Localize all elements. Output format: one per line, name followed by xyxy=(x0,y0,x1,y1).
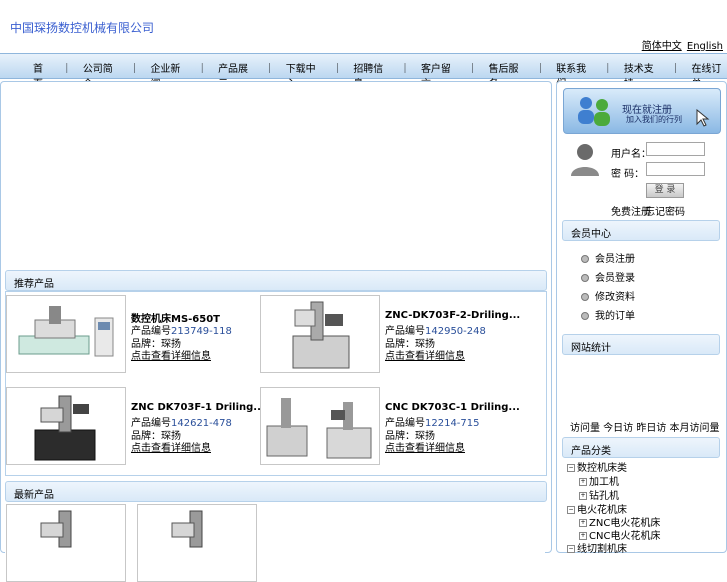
flash-banner-area xyxy=(5,86,545,266)
expand-icon[interactable]: + xyxy=(579,492,587,500)
product-image[interactable] xyxy=(260,387,380,465)
product-name[interactable]: ZNC DK703F-1 Driling... xyxy=(131,402,265,413)
featured-products-header: 推荐产品 xyxy=(5,270,547,291)
category-title: 产品分类 xyxy=(571,446,611,457)
featured-products-title: 推荐产品 xyxy=(14,279,54,290)
product-detail-link[interactable]: 点击查看详细信息 xyxy=(131,347,211,362)
product-image[interactable] xyxy=(6,295,126,373)
product-image[interactable] xyxy=(6,387,126,465)
latest-products-title: 最新产品 xyxy=(14,490,54,501)
banner-subtitle: 加入我们的行列 xyxy=(626,115,682,124)
collapse-icon[interactable]: − xyxy=(567,545,575,553)
username-label: 用户名： xyxy=(611,149,651,160)
password-label: 密 码： xyxy=(611,169,645,180)
username-input[interactable] xyxy=(646,142,705,156)
collapse-icon[interactable]: − xyxy=(567,464,575,472)
product-card[interactable]: ZNC DK703F-1 Driling... 产品编号142621-478 品… xyxy=(6,387,265,465)
stats-title: 网站统计 xyxy=(571,343,611,354)
bullet-icon xyxy=(581,293,589,301)
sidebar: 现在就注册 加入我们的行列 用户名： 密 码： 登 录 免费注册 忘记密码 会员… xyxy=(556,81,727,555)
product-detail-link[interactable]: 点击查看详细信息 xyxy=(131,439,211,454)
stats-header: 网站统计 xyxy=(562,334,720,355)
tree-node[interactable]: − 数控机床类 xyxy=(567,459,627,474)
product-image[interactable] xyxy=(260,295,380,373)
user-avatar-icon xyxy=(571,144,599,176)
product-image[interactable] xyxy=(137,504,257,582)
expand-icon[interactable]: + xyxy=(579,519,587,527)
member-center-title: 会员中心 xyxy=(571,229,611,240)
stats-line: 访问量 今日访 昨日访 本月访问量 xyxy=(570,423,720,434)
chinese-link[interactable]: 简体中文 xyxy=(642,41,682,52)
bullet-icon xyxy=(581,255,589,263)
category-header: 产品分类 xyxy=(562,437,720,458)
password-input[interactable] xyxy=(646,162,705,176)
product-name[interactable]: ZNC-DK703F-2-Driling... xyxy=(385,310,520,321)
member-item[interactable]: 修改资料 xyxy=(581,288,635,303)
forgot-password-link[interactable]: 忘记密码 xyxy=(645,203,685,218)
bullet-icon xyxy=(581,274,589,282)
featured-products-panel: 数控机床MS-650T 产品编号213749-118 品牌：琛扬 点击查看详细信… xyxy=(5,291,547,476)
company-logo-text: 中国琛扬数控机械有限公司 xyxy=(10,21,155,35)
latest-products-header: 最新产品 xyxy=(5,481,547,502)
users-icon xyxy=(578,97,610,126)
member-item[interactable]: 会员登录 xyxy=(581,269,635,284)
main-content: 推荐产品 数控机床MS-650T 产品编号213749-118 品牌：琛扬 点击… xyxy=(0,81,552,582)
english-link[interactable]: English xyxy=(687,41,723,52)
login-button[interactable]: 登 录 xyxy=(646,183,684,198)
product-name[interactable]: CNC DK703C-1 Driling... xyxy=(385,402,520,413)
product-card[interactable]: ZNC-DK703F-2-Driling... 产品编号142950-248 品… xyxy=(260,295,520,373)
product-card[interactable]: CNC DK703C-1 Driling... 产品编号12214-715 品牌… xyxy=(260,387,520,465)
product-detail-link[interactable]: 点击查看详细信息 xyxy=(385,347,465,362)
member-item[interactable]: 我的订单 xyxy=(581,307,635,322)
tree-node[interactable]: − 线切割机床 xyxy=(567,540,627,555)
member-center-header: 会员中心 xyxy=(562,220,720,241)
product-card[interactable]: 数控机床MS-650T 产品编号213749-118 品牌：琛扬 点击查看详细信… xyxy=(6,295,260,373)
language-links: 简体中文 English xyxy=(640,37,723,52)
cursor-arrow-icon xyxy=(696,109,710,127)
tree-node[interactable]: + 加工机 xyxy=(579,473,619,488)
member-item[interactable]: 会员注册 xyxy=(581,250,635,265)
main-navigation: 首页｜公司简介｜企业新闻｜产品展示｜下载中心｜招聘信息｜客户留言｜售后服务｜联系… xyxy=(0,53,727,90)
register-banner[interactable]: 现在就注册 加入我们的行列 xyxy=(563,88,721,134)
expand-icon[interactable]: + xyxy=(579,478,587,486)
collapse-icon[interactable]: − xyxy=(567,506,575,514)
tree-node[interactable]: + 钻孔机 xyxy=(579,487,619,502)
bullet-icon xyxy=(581,312,589,320)
latest-products-panel xyxy=(5,502,545,582)
expand-icon[interactable]: + xyxy=(579,532,587,540)
product-image[interactable] xyxy=(6,504,126,582)
product-detail-link[interactable]: 点击查看详细信息 xyxy=(385,439,465,454)
